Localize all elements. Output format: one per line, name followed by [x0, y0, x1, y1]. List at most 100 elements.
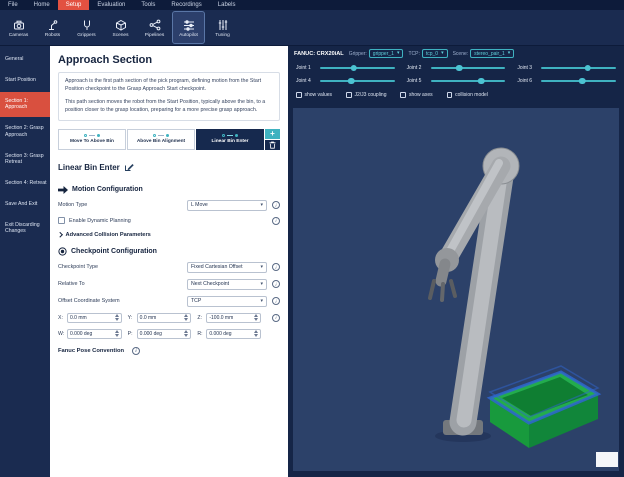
delete-checkpoint-button[interactable] [265, 140, 280, 150]
joint-4: Joint 4 [296, 77, 395, 85]
joint-6-slider[interactable] [541, 77, 616, 85]
toolbar-item-cameras[interactable]: Cameras [3, 12, 34, 43]
toolbar-item-label: Autopilot [179, 33, 198, 38]
toolbar-item-autopilot[interactable]: Autopilot [173, 12, 204, 43]
info-icon[interactable] [272, 263, 280, 271]
dynamic-planning-checkbox[interactable] [58, 217, 65, 224]
stepper-icon[interactable] [184, 314, 188, 321]
sidebar-item-section-2-grasp-approach[interactable]: Section 2: Grasp Approach [0, 119, 50, 145]
stepper-icon[interactable] [184, 330, 188, 337]
info-icon[interactable] [272, 314, 280, 322]
toolbar-item-pipelines[interactable]: Pipelines [139, 12, 170, 43]
select-value: TCP [191, 298, 201, 304]
offset-p-input[interactable]: 0.000 deg [137, 329, 192, 339]
checkpoint-type-select[interactable]: Fixed Cartesian Offset [187, 262, 267, 273]
scene-select[interactable]: stereo_pair_1 [470, 49, 514, 58]
scene-group: Scene: stereo_pair_1 [453, 49, 515, 58]
slider-handle[interactable] [456, 65, 463, 72]
checkpoint-tabs: Move To Above Bin Above Bin Alignment Li… [58, 129, 280, 150]
stepper-icon[interactable] [254, 330, 258, 337]
chevron-down-icon [260, 203, 263, 208]
viewport-3d[interactable] [293, 108, 619, 471]
option-collision-model[interactable]: collision model [447, 92, 488, 98]
offset-coordinate-system-select[interactable]: TCP [187, 296, 267, 307]
toolbar-item-label: Cameras [9, 33, 28, 38]
slider-handle[interactable] [478, 78, 485, 85]
tcp-label: TCP: [408, 51, 419, 57]
slider-handle[interactable] [348, 78, 355, 85]
info-icon[interactable] [272, 297, 280, 305]
sidebar-item-exit-discarding-changes[interactable]: Exit Discarding Changes [0, 216, 50, 242]
gripper-group: Gripper: gripper_1 [349, 49, 404, 58]
toolbar-item-robots[interactable]: Robots [37, 12, 68, 43]
offset-coordinate-system-row: Offset Coordinate System TCP [58, 296, 280, 307]
advanced-collision-parameters-expander[interactable]: Advanced Collision Parameters [58, 232, 280, 238]
menu-item-labels[interactable]: Labels [210, 0, 244, 10]
tab-move-to-above-bin[interactable]: Move To Above Bin [58, 129, 126, 150]
option-show-axes[interactable]: show axes [400, 92, 432, 98]
checkbox[interactable] [346, 92, 352, 98]
scenes-icon [115, 18, 127, 31]
relative-to-select[interactable]: Next Checkpoint [187, 279, 267, 290]
edit-icon[interactable] [124, 159, 134, 177]
checkbox[interactable] [296, 92, 302, 98]
add-checkpoint-button[interactable] [265, 129, 280, 139]
slider-handle[interactable] [584, 65, 591, 72]
sidebar-item-section-1-approach[interactable]: Section 1: Approach [0, 92, 50, 118]
joint-4-slider[interactable] [320, 77, 395, 85]
offset-w-value: 0.000 deg [70, 331, 92, 337]
motion-type-select[interactable]: L Move [187, 200, 267, 211]
offset-r-input[interactable]: 0.000 deg [206, 329, 261, 339]
option-show-values[interactable]: show values [296, 92, 332, 98]
offset-x-input[interactable]: 0.0 mm [67, 313, 122, 323]
tab-above-bin-alignment[interactable]: Above Bin Alignment [127, 129, 195, 150]
offset-y-input[interactable]: 0.0 mm [137, 313, 192, 323]
option-label: collision model [455, 92, 488, 98]
joint-5-slider[interactable] [431, 77, 506, 85]
checkbox[interactable] [400, 92, 406, 98]
toolbar-item-scenes[interactable]: Scenes [105, 12, 136, 43]
toolbar-item-tuning[interactable]: Tuning [207, 12, 238, 43]
option-j2-j3-coupling[interactable]: J2/J3 coupling [346, 92, 386, 98]
stepper-icon[interactable] [254, 314, 258, 321]
stepper-icon[interactable] [115, 314, 119, 321]
joint-1-slider[interactable] [320, 64, 395, 72]
sidebar-item-section-4-retreat[interactable]: Section 4: Retreat [0, 174, 50, 193]
menu-item-tools[interactable]: Tools [133, 0, 163, 10]
slider-handle[interactable] [350, 65, 357, 72]
toolbar-item-grippers[interactable]: Grippers [71, 12, 102, 43]
tab-linear-bin-enter[interactable]: Linear Bin Enter [196, 129, 264, 150]
joint-2-slider[interactable] [431, 64, 506, 72]
select-value: gripper_1 [373, 51, 394, 57]
info-icon[interactable] [272, 201, 280, 209]
gripper-icon [81, 18, 93, 31]
checkbox[interactable] [447, 92, 453, 98]
joint-3-slider[interactable] [541, 64, 616, 72]
offset-z-cell: Z: -100.0 mm [197, 313, 261, 323]
gripper-select[interactable]: gripper_1 [369, 49, 404, 58]
robot-icon [47, 18, 59, 31]
sidebar-item-start-position[interactable]: Start Position [0, 71, 50, 90]
menu-item-setup[interactable]: Setup [58, 0, 90, 10]
info-icon[interactable] [132, 347, 140, 355]
tcp-select[interactable]: tcp_0 [422, 49, 448, 58]
offset-x-label: X: [58, 315, 65, 321]
chevron-down-icon [260, 265, 263, 270]
dynamic-planning-row: Enable Dynamic Planning [58, 217, 280, 225]
sidebar-item-section-3-grasp-retreat[interactable]: Section 3: Grasp Retreat [0, 147, 50, 173]
info-icon[interactable] [272, 280, 280, 288]
offset-w-input[interactable]: 0.000 deg [67, 329, 122, 339]
info-icon[interactable] [272, 217, 280, 225]
sidebar-item-general[interactable]: General [0, 50, 50, 69]
menu-item-file[interactable]: File [0, 0, 26, 10]
menu-item-recordings[interactable]: Recordings [163, 0, 209, 10]
slider-handle[interactable] [579, 78, 586, 85]
menu-item-evaluation[interactable]: Evaluation [89, 0, 133, 10]
joint-5: Joint 5 [407, 77, 506, 85]
sidebar-item-save-and-exit[interactable]: Save And Exit [0, 195, 50, 214]
menu-item-home[interactable]: Home [26, 0, 58, 10]
joint-6: Joint 6 [517, 77, 616, 85]
joint-sliders: Joint 1 Joint 2 Joint 3 Joint 4 Joint 5 … [288, 61, 624, 88]
offset-z-input[interactable]: -100.0 mm [206, 313, 261, 323]
stepper-icon[interactable] [115, 330, 119, 337]
